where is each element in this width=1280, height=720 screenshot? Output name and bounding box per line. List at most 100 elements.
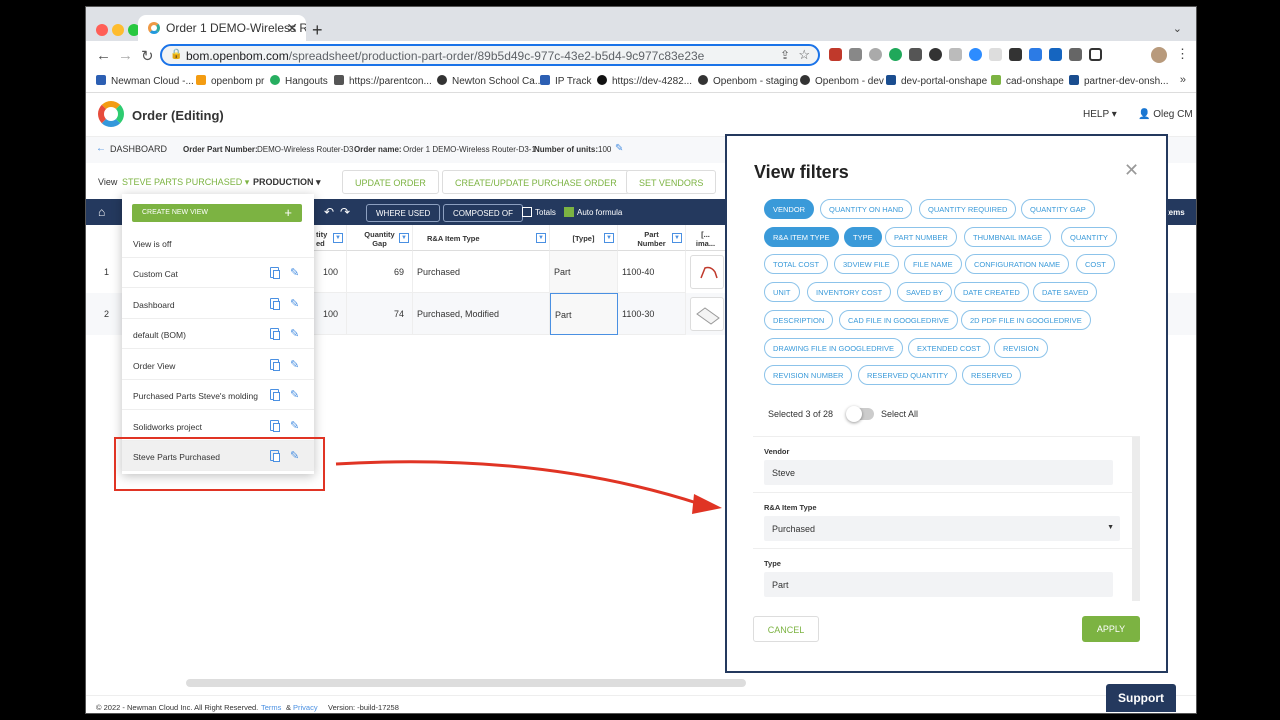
cell-gap[interactable]: 74 <box>347 293 413 335</box>
filter-chip[interactable]: SAVED BY <box>897 282 952 302</box>
filter-icon[interactable]: ▼ <box>536 233 546 243</box>
bookmark-item[interactable]: https://parentcon... <box>334 75 432 87</box>
col-header-type[interactable]: [Type] ▼ <box>550 225 618 251</box>
filter-chip[interactable]: RESERVED QUANTITY <box>858 365 958 385</box>
browser-menu-icon[interactable]: ⋮ <box>1176 46 1189 62</box>
bookmark-item[interactable]: IP Track <box>540 75 592 87</box>
filter-chip[interactable]: DATE SAVED <box>1033 282 1098 302</box>
copy-icon[interactable] <box>270 420 280 432</box>
edit-pencil-icon[interactable]: ✎ <box>290 266 299 279</box>
edit-pencil-icon[interactable]: ✎ <box>290 297 299 310</box>
bookmark-item[interactable]: Newton School Ca... <box>437 75 543 87</box>
side-panel-icon[interactable] <box>1089 48 1102 61</box>
close-icon[interactable]: ✕ <box>1124 160 1139 181</box>
totals-checkbox[interactable] <box>522 207 532 217</box>
filter-chip[interactable]: REVISION <box>994 338 1048 358</box>
filter-chip[interactable]: QUANTITY GAP <box>1021 199 1095 219</box>
cell-item-type[interactable]: Purchased, Modified <box>413 293 550 335</box>
extension-icon[interactable] <box>889 48 902 61</box>
bookmark-item[interactable]: Hangouts <box>270 75 328 87</box>
zoom-extension-icon[interactable] <box>969 48 982 61</box>
set-vendors-button[interactable]: SET VENDORS <box>626 170 717 194</box>
filter-chip[interactable]: DRAWING FILE IN GOOGLEDRIVE <box>764 338 903 358</box>
bookmark-item[interactable]: Newman Cloud -... <box>96 75 194 87</box>
where-used-button[interactable]: WHERE USED <box>366 204 441 222</box>
back-arrow-icon[interactable]: ← <box>96 143 106 154</box>
filter-chip-vendor[interactable]: VENDOR <box>764 199 815 219</box>
col-header-qty-gap[interactable]: Quantity Gap ▼ <box>347 225 413 251</box>
filter-chip-type[interactable]: TYPE <box>844 227 882 247</box>
filter-chip[interactable]: THUMBNAIL IMAGE <box>964 227 1052 247</box>
bookmark-item[interactable]: openbom pr <box>196 75 264 87</box>
filter-chip[interactable]: QUANTITY ON HAND <box>820 199 913 219</box>
privacy-link[interactable]: Privacy <box>293 703 318 712</box>
apply-button[interactable]: APPLY <box>1082 616 1140 642</box>
cancel-button[interactable]: CANCEL <box>753 616 819 642</box>
filter-chip[interactable]: DATE CREATED <box>954 282 1029 302</box>
extension-icon[interactable] <box>1009 48 1022 61</box>
bookmark-item[interactable]: Openbom - staging <box>698 75 798 87</box>
puzzle-extensions-icon[interactable] <box>1069 48 1082 61</box>
edit-pencil-icon[interactable]: ✎ <box>290 419 299 432</box>
cell-type-selected[interactable]: Part <box>550 293 618 335</box>
part-thumbnail-image[interactable] <box>690 255 724 289</box>
filter-chip[interactable]: QUANTITY <box>1061 227 1117 247</box>
type-filter-input[interactable]: Part <box>764 572 1113 597</box>
profile-avatar[interactable] <box>1151 47 1167 63</box>
extension-icon[interactable] <box>909 48 922 61</box>
filter-chip[interactable]: 3DVIEW FILE <box>834 254 899 274</box>
extension-icon[interactable] <box>949 48 962 61</box>
filter-list-scrollbar[interactable] <box>1132 437 1140 601</box>
extension-icon[interactable] <box>1049 48 1062 61</box>
filter-chip[interactable]: FILE NAME <box>904 254 962 274</box>
update-order-button[interactable]: UPDATE ORDER <box>342 170 439 194</box>
copy-icon[interactable] <box>270 389 280 401</box>
view-item[interactable]: Order View ✎ <box>122 350 314 380</box>
filter-icon[interactable]: ▼ <box>399 233 409 243</box>
share-icon[interactable]: ⇪ <box>780 48 790 62</box>
view-selector[interactable]: STEVE PARTS PURCHASED ▾ <box>122 177 249 188</box>
col-header-image[interactable]: [... ima... <box>686 225 726 251</box>
view-item[interactable]: Dashboard ✎ <box>122 289 314 319</box>
edit-pencil-icon[interactable]: ✎ <box>290 327 299 340</box>
extension-icon[interactable] <box>989 48 1002 61</box>
bookmark-item[interactable]: cad-onshape <box>991 75 1064 87</box>
create-purchase-order-button[interactable]: CREATE/UPDATE PURCHASE ORDER <box>442 170 630 194</box>
filter-chip[interactable]: EXTENDED COST <box>908 338 990 358</box>
filter-chip[interactable]: TOTAL COST <box>764 254 829 274</box>
help-menu[interactable]: HELP ▾ <box>1083 109 1117 120</box>
cell-qty[interactable]: 100 <box>314 251 347 293</box>
cell-part-number[interactable]: 1100-40 <box>618 251 686 293</box>
forward-arrow-icon[interactable]: → <box>118 47 133 64</box>
bookmark-item[interactable]: https://dev-4282... <box>597 75 692 87</box>
col-header-part-number[interactable]: Part Number ▼ <box>618 225 686 251</box>
copy-icon[interactable] <box>270 298 280 310</box>
part-thumbnail-image[interactable] <box>690 297 724 331</box>
back-arrow-icon[interactable]: ← <box>96 47 111 64</box>
production-menu[interactable]: PRODUCTION ▾ <box>253 177 321 188</box>
filter-chip[interactable]: QUANTITY REQUIRED <box>919 199 1017 219</box>
edit-pencil-icon[interactable]: ✎ <box>290 358 299 371</box>
address-bar[interactable]: 🔒 bom.openbom.com/spreadsheet/production… <box>160 44 820 66</box>
close-tab-icon[interactable]: ✕ <box>286 20 298 37</box>
openbom-logo[interactable] <box>98 101 124 127</box>
vendor-filter-input[interactable]: Steve <box>764 460 1113 485</box>
filter-chip[interactable]: UNIT <box>764 282 800 302</box>
bookmarks-more-icon[interactable]: » <box>1180 74 1186 86</box>
view-item-off[interactable]: View is off <box>122 228 314 258</box>
cell-gap[interactable]: 69 <box>347 251 413 293</box>
cell-type[interactable]: Part <box>550 251 618 293</box>
bookmark-item[interactable]: partner-dev-onsh... <box>1069 75 1169 87</box>
extension-icon[interactable] <box>929 48 942 61</box>
extension-icon[interactable] <box>849 48 862 61</box>
terms-link[interactable]: Terms <box>261 703 281 712</box>
cell-qty[interactable]: 100 <box>314 293 347 335</box>
filter-icon[interactable]: ▼ <box>672 233 682 243</box>
filter-chip-item-type[interactable]: R&A ITEM TYPE <box>764 227 839 247</box>
extension-icon[interactable] <box>1029 48 1042 61</box>
tab-search-chevron-icon[interactable]: ⌄ <box>1173 22 1182 35</box>
filter-chip[interactable]: DESCRIPTION <box>764 310 834 330</box>
filter-icon[interactable]: ▼ <box>604 233 614 243</box>
edit-pencil-icon[interactable]: ✎ <box>290 388 299 401</box>
auto-formula-checkbox[interactable] <box>564 207 574 217</box>
